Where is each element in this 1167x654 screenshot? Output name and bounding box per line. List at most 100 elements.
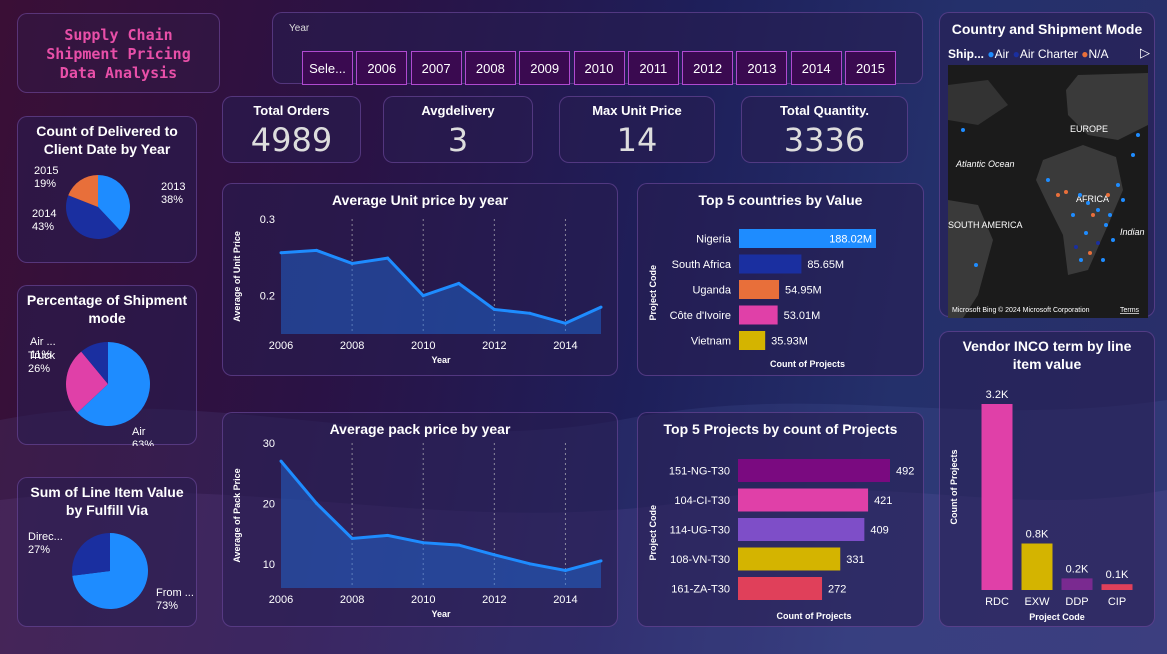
year-option-2010[interactable]: 2010 bbox=[573, 51, 625, 85]
category-label: 108-VN-T30 bbox=[670, 554, 730, 566]
y-tick-label: 0.2 bbox=[260, 291, 275, 303]
data-point bbox=[457, 543, 461, 547]
bar-value-label: 188.02M bbox=[829, 234, 872, 246]
kpi-total-orders: Total Orders 4989 bbox=[222, 96, 361, 163]
bar-value-label: 0.8K bbox=[1026, 529, 1049, 541]
map-shipment-point bbox=[1121, 198, 1125, 202]
bar-value-label: 53.01M bbox=[784, 310, 821, 322]
map-shipment-point bbox=[1086, 201, 1090, 205]
map-shipment-point bbox=[1046, 178, 1050, 182]
map-shipment-point bbox=[1079, 258, 1083, 262]
kpi-total-quantity-label: Total Quantity. bbox=[779, 103, 870, 118]
bar-value-label: 421 bbox=[874, 495, 892, 507]
category-label: EXW bbox=[1024, 596, 1050, 608]
data-point bbox=[350, 536, 354, 540]
map-shipment-point bbox=[1084, 231, 1088, 235]
year-option-2007[interactable]: 2007 bbox=[410, 51, 462, 85]
bar-value-label: 54.95M bbox=[785, 285, 822, 297]
map-view[interactable]: Atlantic OceanEUROPEAFRICASOUTH AMERICAI… bbox=[948, 65, 1148, 318]
kpi-avg-delivery-value: 3 bbox=[447, 121, 469, 159]
year-option-2011[interactable]: 2011 bbox=[627, 51, 679, 85]
bar-ctedivoire bbox=[739, 305, 778, 325]
bar-cip bbox=[1101, 584, 1133, 590]
map-terms-link: Terms bbox=[1120, 307, 1140, 314]
bar-top-projects-chart: 151-NG-T30 492 104-CI-T30 421 114-UG-T30 409 1… bbox=[648, 459, 914, 621]
year-option-2008[interactable]: 2008 bbox=[464, 51, 516, 85]
pie-card-shipment-mode: Percentage of Shipment mode Air 63% Truck 2… bbox=[17, 285, 197, 446]
year-option-2006[interactable]: 2006 bbox=[356, 51, 408, 85]
x-axis-title: Count of Projects bbox=[770, 359, 845, 369]
report-title-card: Supply Chain Shipment Pricing Data Analy… bbox=[17, 13, 220, 93]
report-title: Supply Chain Shipment Pricing Data Analy… bbox=[18, 26, 219, 83]
pie-slice-label: 2013 bbox=[161, 181, 185, 193]
pie-slice-label: Air ... bbox=[30, 336, 56, 348]
area-pack-price-chart: 2006 2008 2010 2012 2014 10 20 30 Year Average of… bbox=[232, 438, 603, 619]
pie-slice-label: Air bbox=[132, 426, 146, 438]
data-point bbox=[279, 251, 283, 255]
data-point bbox=[528, 562, 532, 566]
x-tick-label: 2012 bbox=[482, 340, 506, 352]
bar-vendor-inco-chart: 3.2K RDC 0.8K EXW 0.2K DDP 0.1K CIP Project Code… bbox=[949, 389, 1133, 622]
map-shipment-point bbox=[1136, 133, 1140, 137]
x-tick-label: 2008 bbox=[340, 594, 364, 606]
kpi-total-quantity-value: 3336 bbox=[783, 121, 866, 159]
kpi-max-unit-price-label: Max Unit Price bbox=[592, 103, 682, 118]
bar-value-label: 331 bbox=[846, 554, 864, 566]
bar-value-label: 3.2K bbox=[986, 389, 1009, 401]
map-legend-na: ●N/A bbox=[1081, 47, 1109, 61]
bar-value-label: 35.93M bbox=[771, 336, 808, 348]
report-title-line-1: Supply Chain bbox=[64, 26, 173, 44]
bar-top-countries-chart: Nigeria 188.02M South Africa 85.65M Uganda 54… bbox=[648, 229, 876, 369]
year-option-2012[interactable]: 2012 bbox=[682, 51, 734, 85]
kpi-total-orders-value: 4989 bbox=[250, 121, 333, 159]
report-title-line-3: Data Analysis bbox=[59, 64, 178, 82]
data-point bbox=[563, 568, 567, 572]
pie-slice-direc bbox=[71, 533, 110, 576]
pie-slice-value: 43% bbox=[32, 221, 54, 233]
y-axis-title: Average of Unit Price bbox=[232, 231, 242, 322]
map-shipment-point bbox=[1064, 190, 1068, 194]
pie-shipment-mode-chart: Air63%Truck26%Air ...11% bbox=[28, 336, 154, 446]
bar-vietnam bbox=[739, 331, 766, 350]
map-legend-next-icon[interactable]: ▷ bbox=[1140, 45, 1150, 61]
year-option-2014[interactable]: 2014 bbox=[790, 51, 842, 85]
pie-slice-label: From ... bbox=[156, 587, 194, 599]
x-tick-label: 2006 bbox=[269, 340, 293, 352]
y-tick-label: 10 bbox=[263, 559, 275, 571]
bar-card-vendor-inco: Vendor INCO term by line item value 3.2K… bbox=[939, 331, 1155, 627]
category-label: DDP bbox=[1065, 596, 1088, 608]
bar-value-label: 272 bbox=[828, 584, 846, 596]
map-shipment-point bbox=[1111, 238, 1115, 242]
map-shipment-point bbox=[1108, 213, 1112, 217]
data-point bbox=[421, 294, 425, 298]
x-axis-title: Year bbox=[431, 609, 451, 619]
x-tick-label: 2010 bbox=[411, 340, 435, 352]
data-point bbox=[528, 311, 532, 315]
map-shipment-point bbox=[1078, 193, 1082, 197]
map-legend-title: Ship... bbox=[948, 47, 984, 61]
data-point bbox=[421, 541, 425, 545]
map-shipment-point bbox=[974, 263, 978, 267]
legend-dot-icon: ● bbox=[987, 47, 995, 61]
data-point bbox=[315, 501, 319, 505]
bar-104cit30 bbox=[738, 488, 869, 512]
year-option-select-all[interactable]: Sele... bbox=[302, 51, 353, 85]
category-label: 161-ZA-T30 bbox=[671, 584, 730, 596]
pie-slice-value: 38% bbox=[161, 194, 183, 206]
map-shipment-point bbox=[1071, 213, 1075, 217]
kpi-total-quantity: Total Quantity. 3336 bbox=[741, 96, 908, 163]
map-card: Country and Shipment Mode Ship... ●Air ●… bbox=[939, 12, 1155, 318]
map-shipment-point bbox=[1096, 208, 1100, 212]
pie-slice-value: 73% bbox=[156, 600, 178, 612]
data-point bbox=[386, 256, 390, 260]
year-option-2009[interactable]: 2009 bbox=[519, 51, 571, 85]
y-axis-title: Count of Projects bbox=[949, 449, 959, 524]
map-shipment-point bbox=[1088, 251, 1092, 255]
category-label: Côte d'Ivoire bbox=[670, 310, 731, 322]
map-legend-air: ●Air bbox=[987, 47, 1010, 61]
year-option-2015[interactable]: 2015 bbox=[845, 51, 896, 85]
year-option-2013[interactable]: 2013 bbox=[736, 51, 788, 85]
data-point bbox=[492, 307, 496, 311]
pie-slice-label: 2014 bbox=[32, 208, 56, 220]
y-tick-label: 20 bbox=[263, 498, 275, 510]
